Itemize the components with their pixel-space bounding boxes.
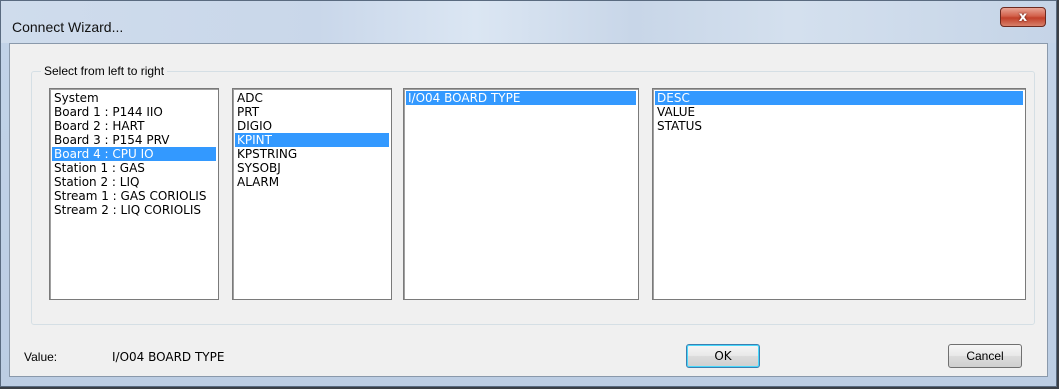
list-item[interactable]: Board 2 : HART — [52, 119, 216, 133]
close-button[interactable]: x — [1000, 7, 1046, 27]
list-item[interactable]: Board 1 : P144 IIO — [52, 105, 216, 119]
close-icon: x — [1018, 9, 1028, 25]
list-item[interactable]: Board 3 : P154 PRV — [52, 133, 216, 147]
field-listbox[interactable]: DESC VALUE STATUS — [652, 88, 1026, 300]
group-label: Select from left to right — [41, 64, 168, 78]
list-item[interactable]: KPSTRING — [235, 147, 389, 161]
list-item[interactable]: I/O04 BOARD TYPE — [406, 91, 636, 105]
list-item[interactable]: KPINT — [235, 133, 389, 147]
list-item[interactable]: SYSOBJ — [235, 161, 389, 175]
ok-button[interactable]: OK — [686, 344, 760, 368]
list-item[interactable]: ALARM — [235, 175, 389, 189]
list-item[interactable]: System — [52, 91, 216, 105]
source-listbox[interactable]: System Board 1 : P144 IIO Board 2 : HART Bo… — [49, 88, 219, 300]
list-item[interactable]: STATUS — [655, 119, 1023, 133]
window-title: Connect Wizard... — [12, 19, 124, 35]
list-item[interactable]: PRT — [235, 105, 389, 119]
list-item[interactable]: Station 1 : GAS — [52, 161, 216, 175]
list-item[interactable]: VALUE — [655, 105, 1023, 119]
list-item[interactable]: Stream 1 : GAS CORIOLIS — [52, 189, 216, 203]
dialog-client-area: Select from left to right System Board 1 … — [9, 43, 1048, 377]
connect-wizard-window: Connect Wizard... x Select from left to … — [0, 0, 1057, 387]
cancel-label: Cancel — [966, 349, 1004, 363]
cancel-button[interactable]: Cancel — [948, 344, 1022, 368]
value-label: Value: — [24, 350, 58, 364]
list-item[interactable]: Station 2 : LIQ — [52, 175, 216, 189]
list-item[interactable]: ADC — [235, 91, 389, 105]
list-item[interactable]: DIGIO — [235, 119, 389, 133]
type-listbox[interactable]: ADC PRT DIGIO KPINT KPSTRING SYSOBJ ALARM — [232, 88, 392, 300]
value-text: I/O04 BOARD TYPE — [112, 350, 225, 364]
list-item[interactable]: Board 4 : CPU IO — [52, 147, 216, 161]
title-bar[interactable]: Connect Wizard... x — [1, 1, 1056, 43]
list-item[interactable]: DESC — [655, 91, 1023, 105]
ok-label: OK — [714, 349, 732, 363]
point-listbox[interactable]: I/O04 BOARD TYPE — [403, 88, 639, 300]
list-item[interactable]: Stream 2 : LIQ CORIOLIS — [52, 203, 216, 217]
